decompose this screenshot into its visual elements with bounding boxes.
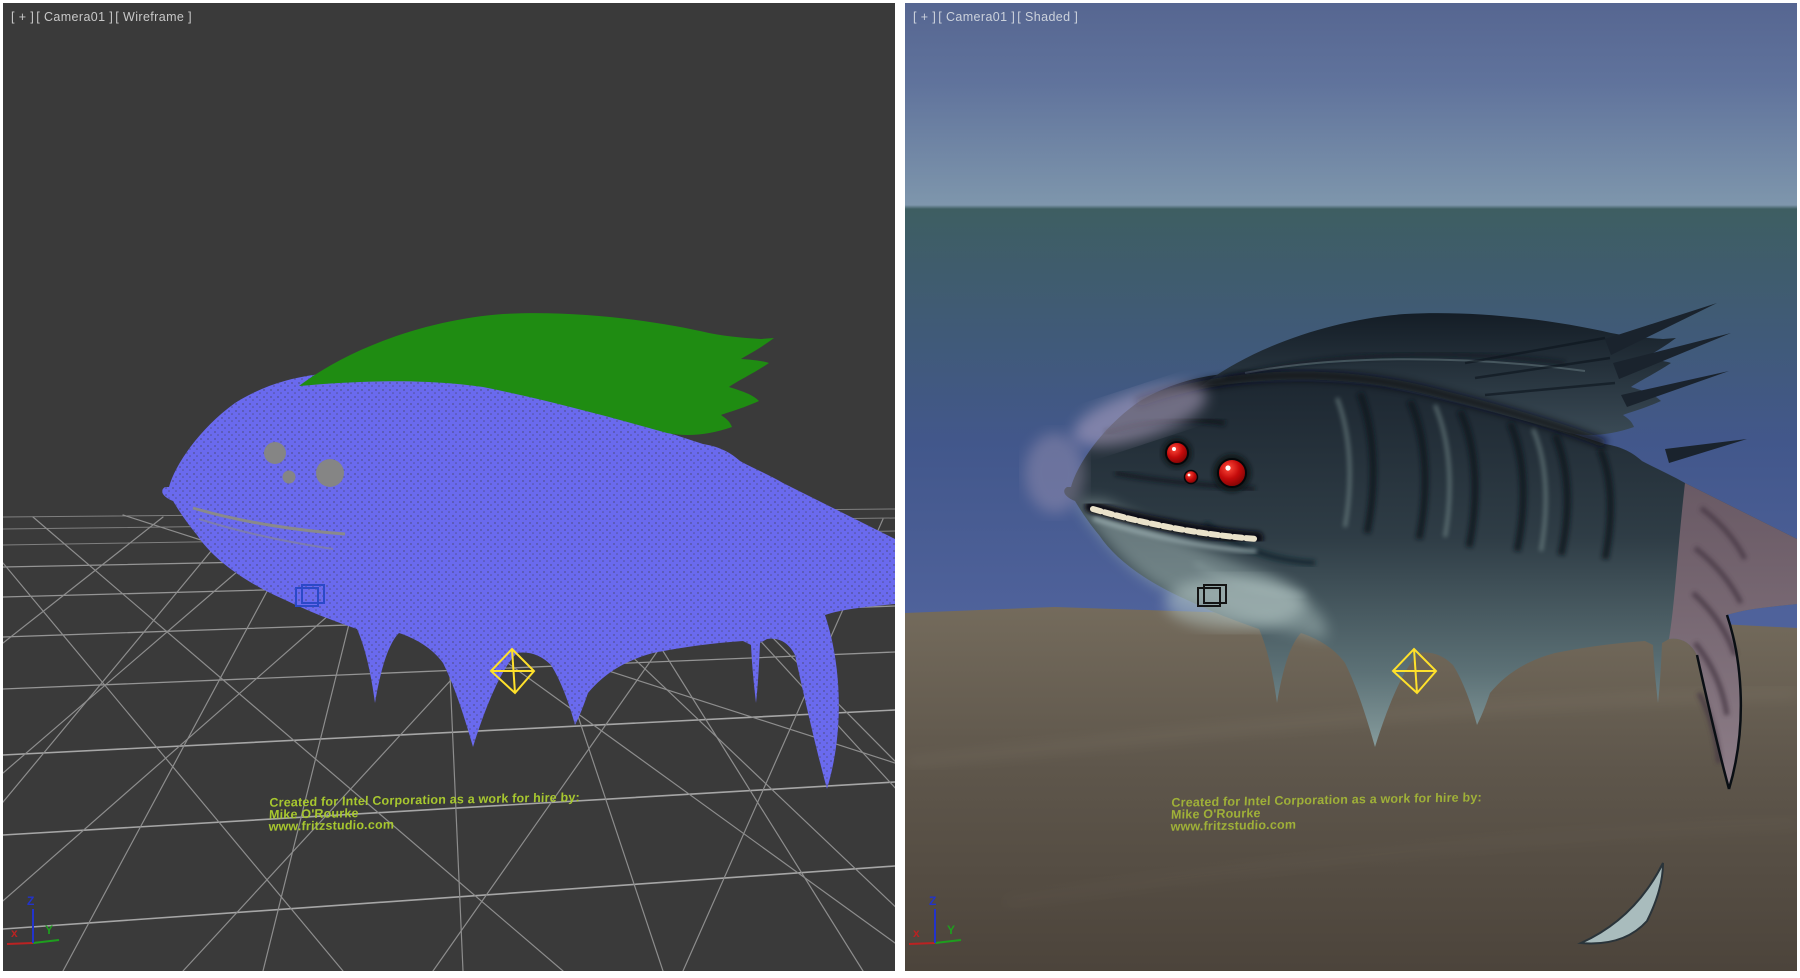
viewport-label: [ + ][ Camera01 ][ Wireframe ] [11,10,194,24]
eye-medium [264,442,286,464]
viewport-area: [ + ][ Camera01 ][ Wireframe ] [0,0,1800,978]
viewport-pov-menu[interactable]: [ Camera01 ] [36,10,113,24]
eye-small [283,471,296,484]
viewport-pov-menu[interactable]: [ Camera01 ] [938,10,1015,24]
fish-body-stipple [162,372,895,789]
axis-y-label: Y [45,923,53,937]
watermark-text: Created for Intel Corporation as a work … [268,791,580,832]
axis-x-label: x [11,926,18,940]
eye-large [316,459,344,487]
viewport-wireframe[interactable]: [ + ][ Camera01 ][ Wireframe ] [3,3,895,971]
viewport-general-menu[interactable]: [ + ] [913,10,936,24]
viewport-shading-menu[interactable]: [ Wireframe ] [115,10,192,24]
watermark-text: Created for Intel Corporation as a work … [1170,791,1482,832]
axis-x-label: x [913,926,920,940]
viewport-shaded[interactable]: [ + ][ Camera01 ][ Shaded ] [905,3,1797,971]
axis-z-label: Z [27,894,34,908]
viewport-label: [ + ][ Camera01 ][ Shaded ] [913,10,1080,24]
fish-mesh-wireframe[interactable] [162,313,895,789]
eye-small [1185,471,1198,484]
axis-z-label: Z [929,894,936,908]
viewport-shading-menu[interactable]: [ Shaded ] [1017,10,1078,24]
axis-y-label: Y [947,923,955,937]
world-axis-gizmo: x Y Z [7,894,59,944]
eye-medium [1166,442,1188,464]
eye-large [1218,459,1246,487]
viewport-general-menu[interactable]: [ + ] [11,10,34,24]
